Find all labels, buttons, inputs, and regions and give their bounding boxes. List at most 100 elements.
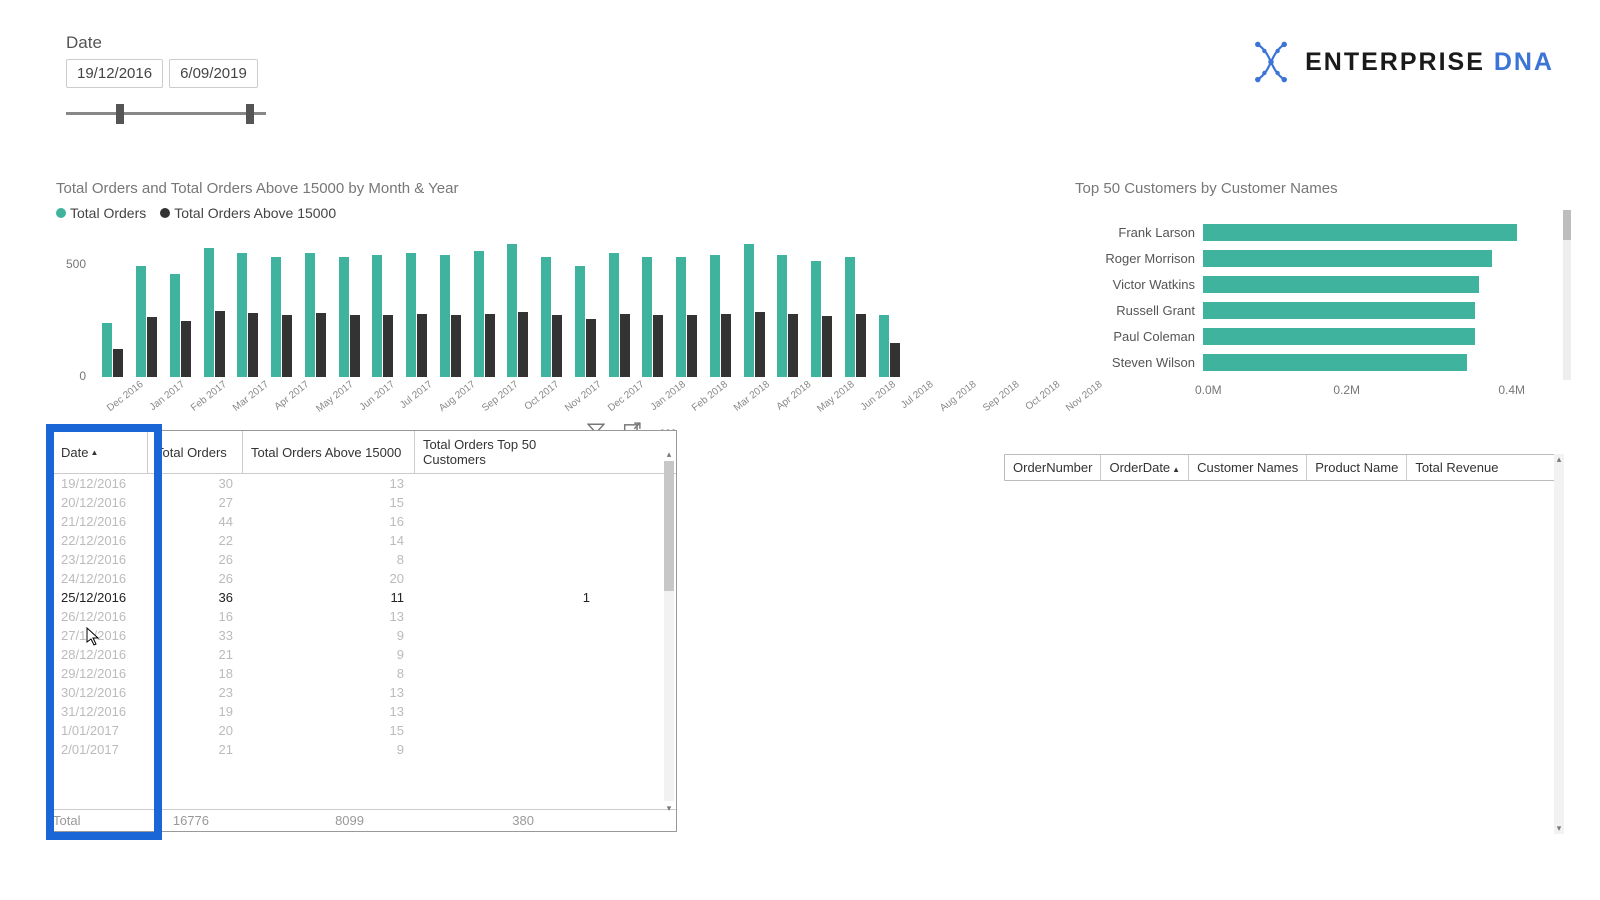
matrix-header-above-15000[interactable]: Total Orders Above 15000 (243, 431, 415, 473)
hbar-scrollbar[interactable] (1563, 210, 1571, 380)
hbar[interactable] (1203, 276, 1479, 293)
bar-above-15000[interactable] (653, 315, 663, 377)
bar-total-orders[interactable] (879, 315, 889, 377)
bar-above-15000[interactable] (890, 343, 900, 377)
bar-total-orders[interactable] (440, 255, 450, 377)
hbar-row[interactable]: Steven Wilson (1075, 349, 1555, 375)
bar-total-orders[interactable] (744, 244, 754, 377)
date-range-slider[interactable] (66, 106, 266, 120)
bar-above-15000[interactable] (147, 317, 157, 377)
slider-handle-start[interactable] (116, 104, 124, 124)
bar-above-15000[interactable] (755, 312, 765, 377)
bar-total-orders[interactable] (102, 323, 112, 377)
scroll-down-icon[interactable]: ▾ (664, 803, 674, 813)
bar-total-orders[interactable] (777, 255, 787, 377)
rtable-header-ordernumber[interactable]: OrderNumber (1005, 455, 1101, 480)
hbar-row[interactable]: Victor Watkins (1075, 271, 1555, 297)
bar-group[interactable] (332, 257, 366, 377)
hbar-scroll-thumb[interactable] (1563, 210, 1571, 240)
bar-group[interactable] (670, 257, 704, 377)
bar-total-orders[interactable] (271, 257, 281, 377)
bar-group[interactable] (535, 257, 569, 377)
bar-total-orders[interactable] (845, 257, 855, 377)
bar-above-15000[interactable] (856, 314, 866, 377)
bar-group[interactable] (164, 274, 198, 377)
bar-above-15000[interactable] (620, 314, 630, 377)
bar-total-orders[interactable] (305, 253, 315, 377)
bar-above-15000[interactable] (451, 315, 461, 377)
bar-total-orders[interactable] (676, 257, 686, 377)
bar-total-orders[interactable] (474, 251, 484, 377)
bar-total-orders[interactable] (541, 257, 551, 377)
scroll-down-icon[interactable]: ▾ (1554, 823, 1564, 834)
hbar-row[interactable]: Frank Larson (1075, 219, 1555, 245)
orders-matrix-table[interactable]: Date▲ Total Orders Total Orders Above 15… (52, 430, 677, 832)
hbar[interactable] (1203, 354, 1467, 371)
bar-total-orders[interactable] (609, 253, 619, 377)
table-row[interactable]: 29/12/2016188 (53, 664, 676, 683)
table-row[interactable]: 28/12/2016219 (53, 645, 676, 664)
bar-above-15000[interactable] (248, 313, 258, 377)
hbar-row[interactable]: Russell Grant (1075, 297, 1555, 323)
bar-group[interactable] (704, 255, 738, 377)
rtable-scrollbar[interactable]: ▴ ▾ (1554, 454, 1564, 834)
bar-group[interactable] (771, 255, 805, 377)
matrix-body[interactable]: 19/12/2016301320/12/2016271521/12/201644… (53, 474, 676, 809)
bar-group[interactable] (366, 255, 400, 377)
hbar[interactable] (1203, 250, 1492, 267)
bar-group[interactable] (265, 257, 299, 377)
table-row[interactable]: 30/12/20162313 (53, 683, 676, 702)
bar-group[interactable] (602, 253, 636, 377)
rtable-header-customer[interactable]: Customer Names (1189, 455, 1307, 480)
bar-above-15000[interactable] (552, 315, 562, 377)
bar-above-15000[interactable] (215, 311, 225, 377)
bar-above-15000[interactable] (383, 315, 393, 377)
bar-above-15000[interactable] (485, 314, 495, 377)
hbar[interactable] (1203, 328, 1475, 345)
matrix-header-total-orders[interactable]: Total Orders (148, 431, 243, 473)
bar-total-orders[interactable] (575, 266, 585, 377)
matrix-header-top50[interactable]: Total Orders Top 50 Customers (415, 431, 601, 473)
bar-above-15000[interactable] (721, 314, 731, 377)
orders-bar-chart[interactable]: Total Orders and Total Orders Above 1500… (56, 180, 906, 377)
bar-group[interactable] (130, 266, 164, 377)
bar-total-orders[interactable] (204, 248, 214, 377)
table-row[interactable]: 20/12/20162715 (53, 493, 676, 512)
bar-group[interactable] (400, 253, 434, 377)
bar-group[interactable] (872, 315, 906, 377)
bar-group[interactable] (805, 261, 839, 377)
bar-above-15000[interactable] (518, 312, 528, 377)
bar-above-15000[interactable] (316, 313, 326, 377)
table-row[interactable]: 26/12/20161613 (53, 607, 676, 626)
table-row[interactable]: 25/12/201636111 (53, 588, 676, 607)
table-row[interactable]: 23/12/2016268 (53, 550, 676, 569)
table-row[interactable]: 24/12/20162620 (53, 569, 676, 588)
date-end-input[interactable]: 6/09/2019 (169, 59, 258, 88)
bar-group[interactable] (434, 255, 468, 377)
bar-above-15000[interactable] (788, 314, 798, 377)
matrix-scrollbar[interactable]: ▴ ▾ (664, 461, 674, 801)
bar-group[interactable] (501, 244, 535, 377)
bar-group[interactable] (569, 266, 603, 377)
bar-total-orders[interactable] (339, 257, 349, 377)
bar-above-15000[interactable] (282, 315, 292, 377)
table-row[interactable]: 19/12/20163013 (53, 474, 676, 493)
bar-total-orders[interactable] (811, 261, 821, 377)
bar-above-15000[interactable] (822, 316, 832, 377)
bar-above-15000[interactable] (687, 315, 697, 377)
bar-total-orders[interactable] (507, 244, 517, 377)
slider-handle-end[interactable] (246, 104, 254, 124)
bar-above-15000[interactable] (586, 319, 596, 377)
bar-above-15000[interactable] (350, 315, 360, 377)
matrix-header-date[interactable]: Date▲ (53, 431, 148, 473)
hbar-row[interactable]: Roger Morrison (1075, 245, 1555, 271)
bar-total-orders[interactable] (237, 253, 247, 377)
bar-total-orders[interactable] (406, 253, 416, 377)
bar-group[interactable] (737, 244, 771, 377)
bar-total-orders[interactable] (372, 255, 382, 377)
table-row[interactable]: 22/12/20162214 (53, 531, 676, 550)
bar-group[interactable] (231, 253, 265, 377)
hbar-plot-area[interactable]: Frank LarsonRoger MorrisonVictor Watkins… (1075, 205, 1555, 375)
orders-matrix-visual[interactable]: Date▲ Total Orders Total Orders Above 15… (52, 430, 677, 832)
table-row[interactable]: 1/01/20172015 (53, 721, 676, 740)
